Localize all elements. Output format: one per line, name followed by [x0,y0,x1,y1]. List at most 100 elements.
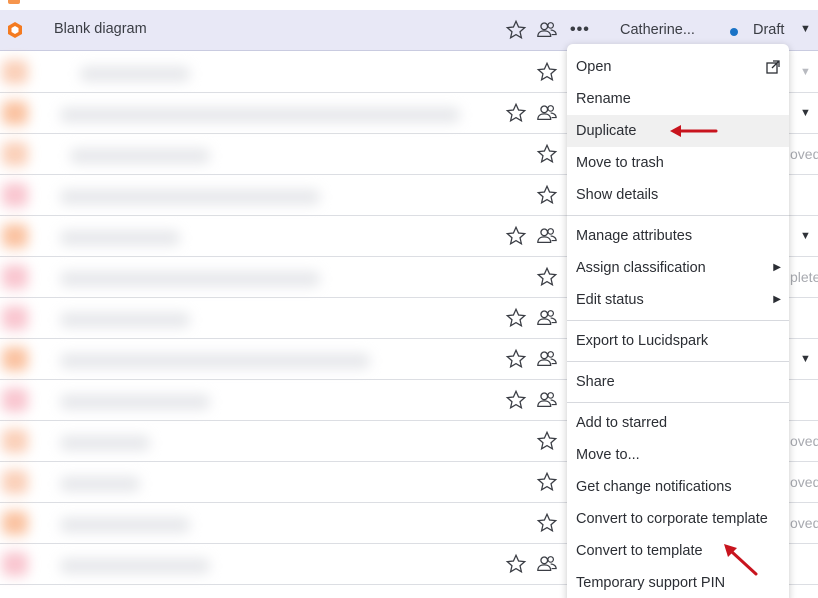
collaborators-icon[interactable] [536,348,558,370]
blurred-title [60,558,210,574]
menu-item-move-to[interactable]: Move to... [567,439,789,471]
menu-item-label: Temporary support PIN [576,575,726,591]
menu-divider [567,361,789,362]
dropdown-caret-icon[interactable]: ▼ [800,230,811,242]
submenu-arrow-icon: ▶ [773,262,781,273]
menu-divider [567,215,789,216]
menu-item-show-details[interactable]: Show details [567,179,789,211]
blurred-title [60,271,320,287]
menu-item-label: Add to starred [576,415,668,431]
menu-item-export-to-lucidspark[interactable]: Export to Lucidspark [567,325,789,357]
status-dot [730,28,738,36]
collaborators-icon[interactable] [536,389,558,411]
collaborators-icon[interactable] [536,553,558,575]
menu-item-label: Share [576,374,615,390]
blurred-doc-icon [2,552,28,576]
menu-item-share[interactable]: Share [567,366,789,398]
status-label-partial: oved [790,433,818,449]
star-icon[interactable] [536,512,558,534]
dropdown-caret-icon[interactable]: ▼ [800,107,811,119]
menu-item-label: Export to Lucidspark [576,333,709,349]
external-link-icon [766,60,780,74]
menu-divider [567,320,789,321]
blurred-title [60,394,210,410]
collaborators-icon[interactable] [536,225,558,247]
blurred-title [60,517,190,533]
star-icon[interactable] [505,389,527,411]
menu-item-add-to-starred[interactable]: Add to starred [567,407,789,439]
blurred-doc-icon [2,388,28,412]
star-icon[interactable] [536,143,558,165]
status-label-partial: oved [790,146,818,162]
blurred-doc-icon [2,429,28,453]
documents-page: Blank diagram ••• Catherine... Draft ▼ ▼… [0,0,818,598]
blurred-title [60,107,460,123]
blurred-doc-icon [2,306,28,330]
menu-item-label: Convert to template [576,543,703,559]
blurred-title [60,476,140,492]
menu-item-manage-attributes[interactable]: Manage attributes [567,220,789,252]
status-label-partial: oved [790,474,818,490]
blurred-doc-icon [2,101,28,125]
menu-item-rename[interactable]: Rename [567,83,789,115]
menu-item-edit-status[interactable]: Edit status ▶ [567,284,789,316]
menu-item-open[interactable]: Open [567,51,789,83]
blurred-title [70,148,210,164]
document-title[interactable]: Blank diagram [54,21,147,37]
menu-item-label: Open [576,59,612,75]
collaborators-icon[interactable] [536,102,558,124]
blurred-title [80,66,190,82]
menu-item-label: Show details [576,187,659,203]
blurred-doc-icon [2,224,28,248]
menu-item-convert-to-template[interactable]: Convert to template [567,535,789,567]
menu-item-label: Convert to corporate template [576,511,768,527]
submenu-arrow-icon: ▶ [773,294,781,305]
star-icon[interactable] [505,553,527,575]
menu-item-label: Get change notifications [576,479,732,495]
star-icon[interactable] [505,102,527,124]
star-icon[interactable] [536,184,558,206]
collaborators-icon[interactable] [536,19,558,41]
star-icon[interactable] [505,307,527,329]
menu-item-assign-classification[interactable]: Assign classification ▶ [567,252,789,284]
blurred-doc-icon [2,265,28,289]
more-options-button[interactable]: ••• [570,21,590,39]
menu-item-label: Move to... [576,447,640,463]
star-icon[interactable] [536,266,558,288]
blurred-doc-icon [2,142,28,166]
menu-item-label: Move to trash [576,155,664,171]
blurred-title [60,189,320,205]
status-dropdown-caret-icon[interactable]: ▼ [800,23,811,35]
blurred-title [60,312,190,328]
menu-divider [567,402,789,403]
blurred-doc-icon [2,511,28,535]
blurred-title [60,435,150,451]
star-icon[interactable] [536,61,558,83]
status-label: Draft [753,22,785,38]
blurred-doc-icon [2,347,28,371]
star-icon[interactable] [505,348,527,370]
menu-item-label: Edit status [576,292,644,308]
status-label-partial: oved [790,515,818,531]
menu-item-label: Rename [576,91,631,107]
blurred-title [60,353,370,369]
menu-item-label: Manage attributes [576,228,693,244]
menu-item-duplicate[interactable]: Duplicate [567,115,789,147]
owner-name: Catherine... [620,22,695,38]
star-icon[interactable] [536,471,558,493]
menu-item-label: Duplicate [576,123,637,139]
star-icon[interactable] [505,225,527,247]
star-icon[interactable] [505,19,527,41]
dropdown-caret-icon[interactable]: ▼ [800,353,811,365]
menu-item-temporary-support-pin[interactable]: Temporary support PIN [567,567,789,598]
menu-item-convert-to-corporate-template[interactable]: Convert to corporate template [567,503,789,535]
dropdown-caret-icon[interactable]: ▼ [800,66,811,78]
menu-item-get-change-notifications[interactable]: Get change notifications [567,471,789,503]
blurred-doc-icon [2,183,28,207]
partial-doc-icon [8,0,20,4]
collaborators-icon[interactable] [536,307,558,329]
context-menu: Open Rename Duplicate Move to trash Show… [567,44,789,598]
blurred-doc-icon [2,60,28,84]
menu-item-move-to-trash[interactable]: Move to trash [567,147,789,179]
star-icon[interactable] [536,430,558,452]
